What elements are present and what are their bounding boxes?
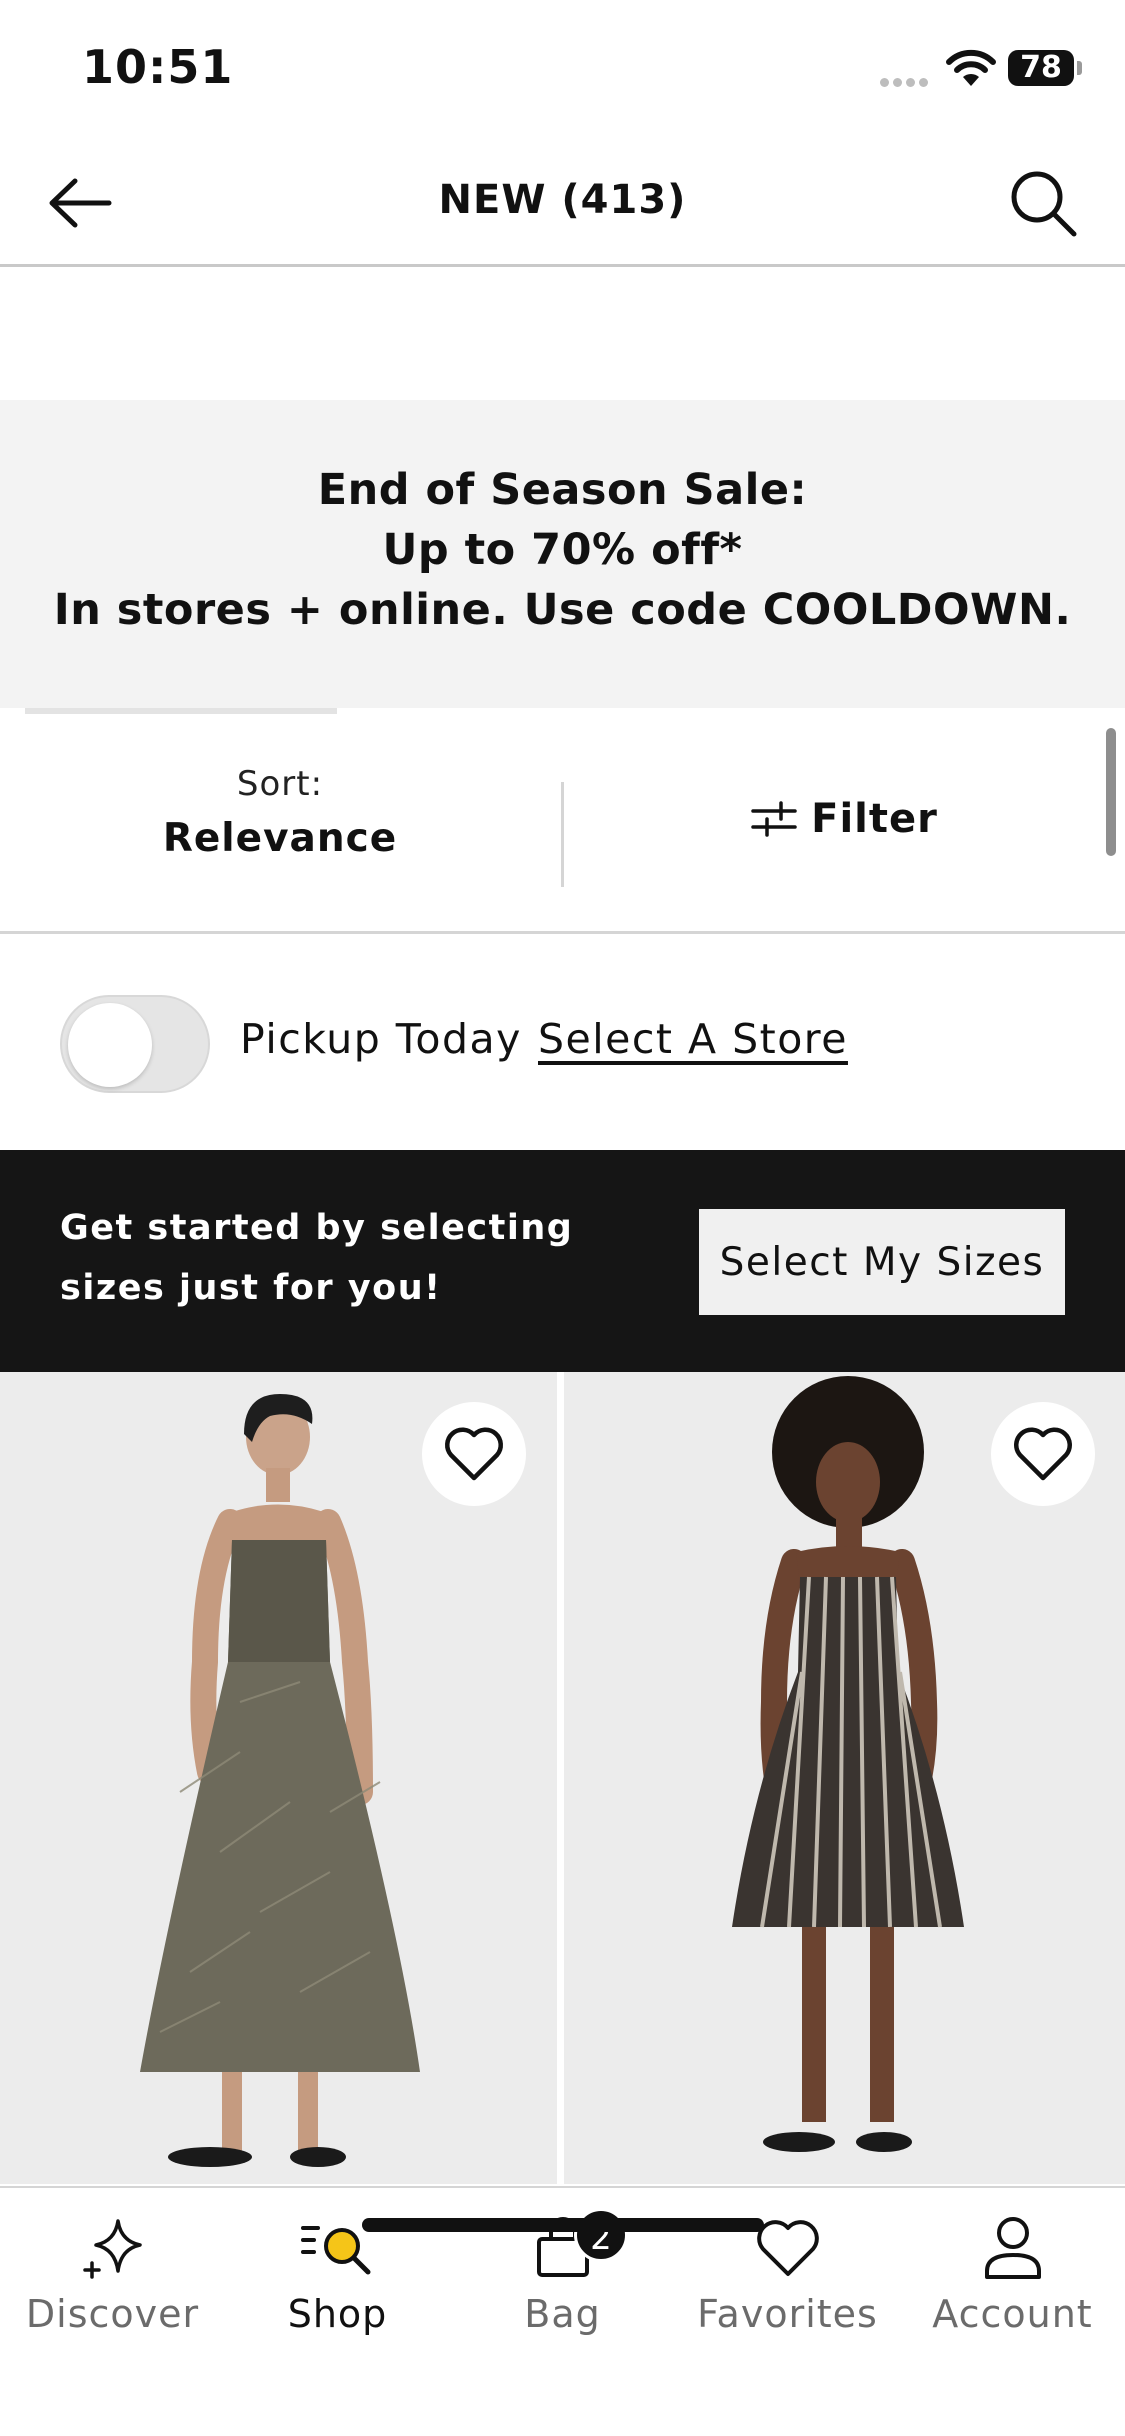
- select-store-link[interactable]: Select A Store: [538, 1015, 848, 1063]
- product-card[interactable]: [564, 1372, 1125, 2184]
- favorite-button[interactable]: [422, 1402, 526, 1506]
- sliders-icon: [751, 801, 797, 837]
- tab-label: Account: [932, 2292, 1093, 2336]
- pickup-today-toggle[interactable]: [60, 995, 210, 1093]
- pickup-row: Pickup Today Select A Store: [0, 937, 1125, 1150]
- pickup-today-label: Pickup Today: [240, 1015, 522, 1063]
- search-icon: [1011, 171, 1076, 236]
- promo-line-3: In stores + online. Use code COOLDOWN.: [53, 585, 1072, 635]
- tab-label: Discover: [25, 2292, 200, 2336]
- select-sizes-banner: Get started by selecting sizes just for …: [0, 1150, 1125, 1372]
- product-card[interactable]: [0, 1372, 557, 2184]
- status-time: 10:51: [82, 40, 234, 94]
- wifi-icon: [946, 49, 996, 86]
- sparkle-icon: [82, 2219, 142, 2279]
- battery-indicator: 78: [1008, 50, 1082, 86]
- filter-label: Filter: [811, 796, 938, 842]
- heart-icon: [1014, 1427, 1072, 1481]
- promo-banner[interactable]: End of Season Sale: Up to 70% off* In st…: [0, 400, 1125, 708]
- tab-discover[interactable]: Discover: [0, 2208, 225, 2348]
- filter-button[interactable]: Filter: [564, 744, 1125, 894]
- favorite-button[interactable]: [991, 1402, 1095, 1506]
- scrollbar[interactable]: [1106, 728, 1116, 856]
- top-nav-bar: NEW (413): [0, 135, 1125, 267]
- toggle-knob: [68, 1003, 152, 1087]
- tab-label: Bag: [524, 2292, 601, 2336]
- status-bar: 10:51 78: [0, 0, 1125, 135]
- tab-label: Favorites: [697, 2292, 878, 2336]
- heart-icon: [445, 1427, 503, 1481]
- page-title: NEW (413): [438, 177, 687, 223]
- bag-count-badge: 2: [574, 2208, 628, 2262]
- promo-line-2: Up to 70% off*: [382, 525, 743, 575]
- sort-button[interactable]: Sort: Relevance: [0, 744, 560, 894]
- select-my-sizes-button[interactable]: Select My Sizes: [699, 1209, 1065, 1315]
- sort-value: Relevance: [162, 816, 398, 861]
- sizes-banner-text: Get started by selecting sizes just for …: [60, 1208, 574, 1308]
- home-indicator: [362, 2218, 764, 2232]
- cellular-signal-icon: [880, 72, 932, 91]
- sort-filter-bar: Sort: Relevance Filter: [0, 714, 1125, 934]
- tab-label: Shop: [287, 2292, 388, 2336]
- person-icon: [984, 2217, 1041, 2279]
- tab-account[interactable]: Account: [900, 2208, 1125, 2348]
- sort-label: Sort:: [236, 764, 324, 804]
- search-button[interactable]: [1000, 160, 1085, 245]
- promo-line-1: End of Season Sale:: [317, 465, 808, 515]
- heart-icon: [756, 2220, 819, 2276]
